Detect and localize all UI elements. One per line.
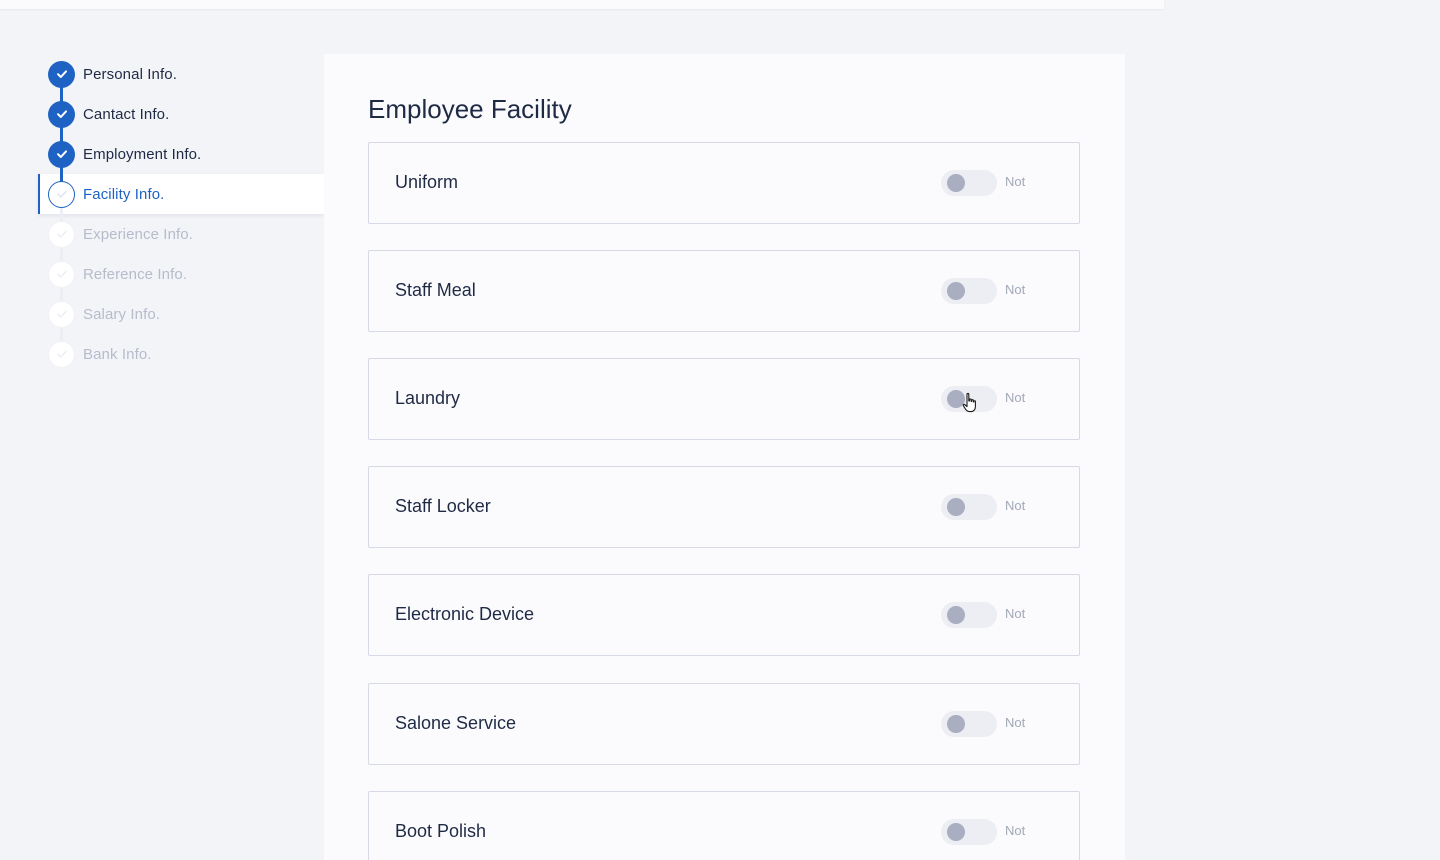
facility-label: Electronic Device [395,604,535,624]
check-icon [48,100,75,128]
step-experience-info[interactable]: Experience Info. [38,214,324,254]
toggle-knob [947,715,965,733]
toggle-state-label: Not [1005,823,1026,838]
facility-row-salone-service: Salone Service Not [368,683,1080,765]
step-label: Employment Info. [83,145,202,163]
facility-row-staff-locker: Staff Locker Not [368,466,1080,548]
step-label: Cantact Info. [83,105,170,123]
stepper-progress-line [60,74,63,194]
toggle-knob [947,282,965,300]
toggle-state-label: Not [1005,174,1026,189]
toggle-state-label: Not [1005,390,1026,405]
check-icon [48,60,75,88]
facility-label: Staff Meal [395,280,476,300]
top-header-bar [0,0,1164,9]
step-label: Bank Info. [83,345,152,363]
check-icon [48,300,75,328]
step-label: Salary Info. [83,305,161,323]
step-label: Experience Info. [83,225,193,243]
form-stepper: Personal Info. Cantact Info. Employment … [38,54,324,374]
toggle-knob [947,174,965,192]
check-icon [48,260,75,288]
facility-form-panel: Employee Facility Uniform Not Staff Meal… [324,54,1125,860]
facility-label: Staff Locker [395,496,491,516]
step-label: Personal Info. [83,65,177,83]
step-salary-info[interactable]: Salary Info. [38,294,324,334]
toggle-knob [947,498,965,516]
step-bank-info[interactable]: Bank Info. [38,334,324,374]
toggle-knob [947,823,965,841]
facility-label: Salone Service [395,713,517,733]
toggle-state-label: Not [1005,606,1026,621]
toggle-state-label: Not [1005,715,1026,730]
check-icon [48,140,75,168]
facility-row-uniform: Uniform Not [368,142,1080,224]
staff-meal-toggle[interactable] [941,278,997,304]
salone-service-toggle[interactable] [941,711,997,737]
check-icon [48,220,75,248]
staff-locker-toggle[interactable] [941,494,997,520]
facility-label: Uniform [395,172,459,192]
toggle-knob [947,606,965,624]
facility-label: Boot Polish [395,821,487,841]
facility-row-electronic-device: Electronic Device Not [368,574,1080,656]
check-icon [48,180,75,208]
facility-row-staff-meal: Staff Meal Not [368,250,1080,332]
electronic-device-toggle[interactable] [941,602,997,628]
step-label: Facility Info. [83,185,165,203]
page-title: Employee Facility [368,94,572,124]
step-employment-info[interactable]: Employment Info. [38,134,324,174]
step-reference-info[interactable]: Reference Info. [38,254,324,294]
facility-row-boot-polish: Boot Polish Not [368,791,1080,860]
toggle-state-label: Not [1005,498,1026,513]
boot-polish-toggle[interactable] [941,819,997,845]
step-contact-info[interactable]: Cantact Info. [38,94,324,134]
step-facility-info[interactable]: Facility Info. [38,174,324,214]
facility-label: Laundry [395,388,461,408]
step-personal-info[interactable]: Personal Info. [38,54,324,94]
toggle-state-label: Not [1005,282,1026,297]
uniform-toggle[interactable] [941,170,997,196]
check-icon [48,340,75,368]
hand-pointer-icon [962,392,976,413]
step-label: Reference Info. [83,265,188,283]
